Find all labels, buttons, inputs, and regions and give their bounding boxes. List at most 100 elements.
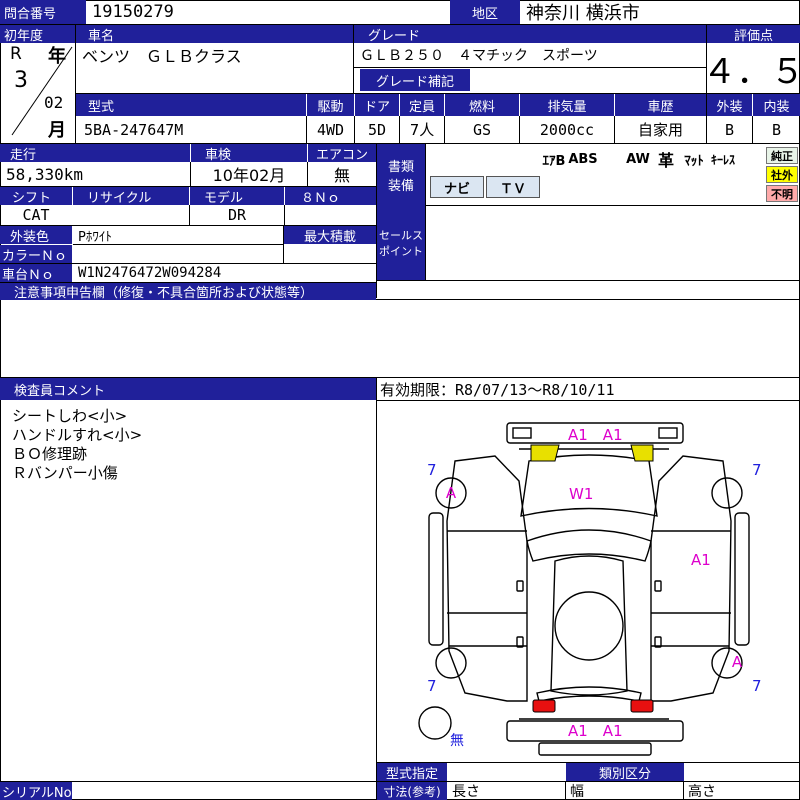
eight-no-value [285,205,376,225]
sales-point-label-line1: セールス [379,229,423,242]
right-side-outline [650,455,732,702]
inspector-comment-line: ハンドルすれ<小> [12,426,143,444]
notes-label: 注意事項申告欄（修復・不具合箇所および状態等） [0,283,376,300]
front-lamp-right [630,444,654,462]
tire-depth-front-right: 7 [752,461,762,479]
color-no-label: カラーＮｏ [0,245,72,263]
spec-exterior-label: 外装 [707,94,752,116]
serial-no-value [78,782,374,800]
equip-navi: ナビ [430,176,484,198]
length-label: 長さ [452,784,480,800]
equipment-label-line1: 書類 [387,160,414,175]
inspector-comment-label: 検査員コメント [0,378,376,400]
spare-tire [418,706,452,740]
grade-label: グレード [354,25,706,43]
equip-tv: ＴＶ [486,176,540,198]
region-value: 神奈川 横浜市 [526,3,640,24]
max-load-label: 最大積載 [284,226,376,244]
roof-outline [550,555,628,696]
equipment-label: 書類 装備 [377,144,425,206]
tire-depth-rear-right: 7 [752,677,762,695]
equip-keyless: ｷｰﾚｽ [710,152,735,167]
spec-fuel-label: 燃料 [445,94,519,116]
region-label: 地区 [450,0,520,24]
car-name: ベンツ ＧＬＢクラス [82,47,242,66]
hood-damage-mark: W1 [569,485,594,503]
equip-alloy-wheel: AW [626,151,650,167]
type-spec-value [450,763,562,781]
wheel-front-left-mark: A [445,484,457,502]
origin-tag-unknown: 不明 [766,185,798,202]
equip-abs: ABS [568,151,598,167]
spec-interior-value: B [771,120,782,139]
left-side-outline [446,455,528,702]
wheel-rear-right-mark: A [731,653,743,671]
spec-doors-value: 5D [367,120,387,139]
wheel-rear-left [435,647,467,679]
spec-drive-value: 4WD [316,120,345,139]
color-label: 外装色 [0,226,72,244]
equip-mat: ﾏｯﾄ [684,153,704,169]
spec-fuel-value: GS [472,120,492,139]
spec-displacement-value: 2000cc [539,120,595,139]
inspection-value: 10年02月 [212,166,286,185]
auction-inspection-sheet: 問合番号 19150279 地区 神奈川 横浜市 初年度 R 年 3 02 月 … [0,0,800,800]
validity-period: 有効期限：R8/07/13〜R8/10/11 [380,380,615,399]
category-label: 類別区分 [566,763,684,781]
sales-point-label-line2: ポイント [379,245,423,258]
color-value: Pﾎﾜｲﾄ [78,229,112,245]
spec-exterior-value: B [724,120,735,139]
car-damage-diagram [418,422,750,756]
front-bumper-damage-mark: A1 A1 [568,425,623,444]
aircon-label: エアコン [308,144,376,162]
dimensions-label: 寸法(参考) [377,782,447,800]
chassis-label: 車台Ｎｏ [0,264,72,282]
score-label: 評価点 [707,25,800,43]
spec-doors-label: ドア [355,94,399,116]
tire-depth-front-left: 7 [427,461,437,479]
front-lamp-left [530,444,560,462]
aircon-value: 無 [333,166,350,185]
spare-tire-mark: 無 [450,733,464,749]
score-value: ４．５ [707,51,800,92]
grade-supplement-label: グレード補記 [360,69,470,91]
shift-value: CAT [22,206,50,224]
width-label: 幅 [570,784,584,800]
spec-model-value: 5BA-247647M [84,120,184,139]
model-value: DR [227,206,247,224]
origin-tag-aftermarket: 社外 [766,166,798,183]
spec-history-value: 自家用 [637,121,683,139]
car-name-label: 車名 [76,25,353,43]
recycle-value [73,205,189,225]
grade-value: ＧＬＢ２５０ ４マチック スポーツ [360,48,598,64]
inquiry-label: 問合番号 [0,0,86,24]
spec-history-label: 車歴 [615,94,706,116]
tire-depth-rear-left: 7 [427,677,437,695]
registration-label: 初年度 [0,25,75,43]
equipment-label-line2: 装備 [387,179,414,194]
inquiry-number: 19150279 [92,2,174,22]
inspection-label: 車検 [191,144,307,162]
chassis-value: W1N2476472W094284 [78,265,222,281]
right-side-damage-mark: A1 [691,551,711,569]
rear-bumper-damage-mark: A1 A1 [568,721,623,740]
height-label: 高さ [688,784,716,800]
registration-month-unit: 月 [48,120,66,140]
inspector-comment-line: ＢＯ修理跡 [12,445,88,463]
rear-lamp-right [630,699,654,713]
type-spec-label: 型式指定 [377,763,447,781]
model-label: モデル [190,187,284,205]
eight-no-label: ８Ｎｏ [285,187,376,205]
spec-displacement-label: 排気量 [520,94,614,116]
spec-model-label: 型式 [76,94,306,116]
rear-lamp-left [532,699,556,713]
equip-leather: 革 [657,151,674,170]
inspector-comment-line: シートしわ<小> [12,407,128,425]
spec-drive-label: 駆動 [307,94,354,116]
inspector-comment-line: Ｒバンパー小傷 [12,464,118,482]
grade-supplement-value [474,69,704,91]
notes-text [8,304,788,374]
spec-capacity-value: 7人 [409,121,435,139]
origin-tag-genuine: 純正 [766,147,798,164]
color-no-value [78,245,278,263]
